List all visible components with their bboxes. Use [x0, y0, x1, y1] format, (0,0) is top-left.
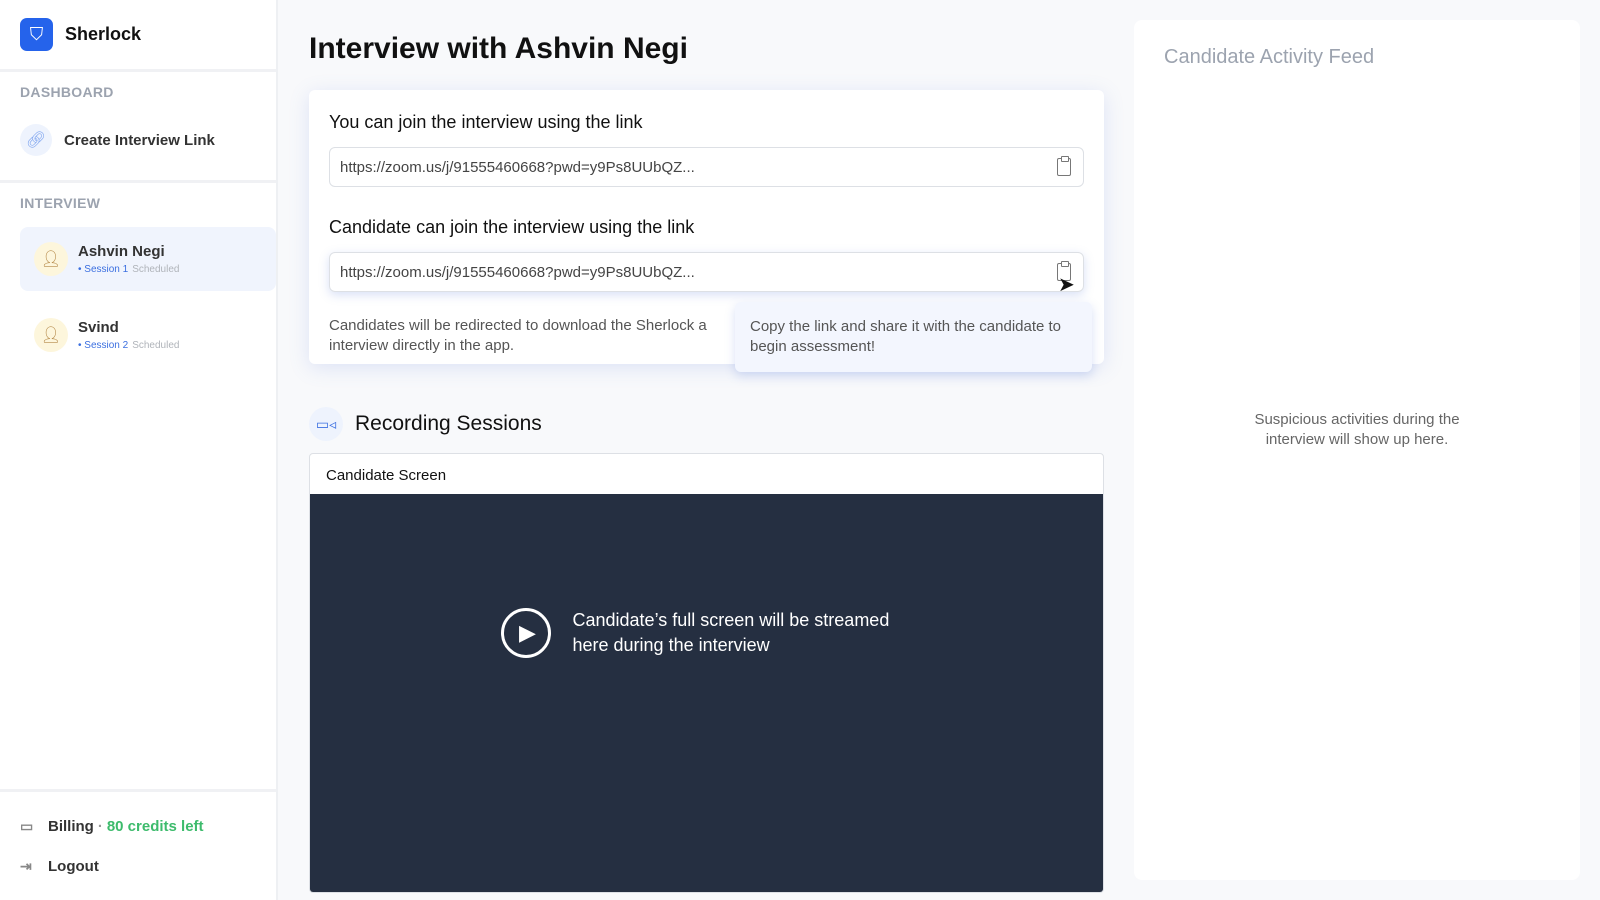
logout-label: Logout: [48, 858, 99, 875]
sidebar: ⛉ Sherlock DASHBOARD 🔗︎ Create Interview…: [0, 0, 278, 900]
dashboard-heading: DASHBOARD: [20, 84, 256, 100]
cursor-icon: ➤: [1058, 272, 1075, 297]
dashboard-section: DASHBOARD 🔗︎ Create Interview Link: [0, 72, 276, 183]
candidate-name: Svind: [78, 319, 179, 336]
billing-label: Billing: [48, 818, 94, 835]
interview-heading: INTERVIEW: [20, 195, 256, 211]
video-player[interactable]: ▶ Candidate’s full screen will be stream…: [310, 494, 1103, 892]
activity-feed-title: Candidate Activity Feed: [1164, 46, 1374, 69]
credit-card-icon: ▭: [20, 818, 38, 835]
candidate-link-field[interactable]: https://zoom.us/j/91555460668?pwd=y9Ps8U…: [329, 252, 1084, 292]
create-interview-link-label: Create Interview Link: [64, 132, 215, 149]
copy-tooltip: Copy the link and share it with the cand…: [735, 302, 1092, 372]
logout-button[interactable]: ⇥ Logout: [20, 846, 256, 886]
billing-link[interactable]: ▭ Billing · 80 credits left: [20, 806, 256, 846]
brand[interactable]: ⛉ Sherlock: [0, 0, 276, 72]
candidate-link-value: https://zoom.us/j/91555460668?pwd=y9Ps8U…: [340, 264, 695, 281]
recording-sessions-header: ▭◃ Recording Sessions: [309, 407, 542, 441]
create-interview-link-button[interactable]: 🔗︎ Create Interview Link: [20, 100, 256, 180]
user-icon: 👤︎: [34, 318, 68, 352]
candidate-screen-tab[interactable]: Candidate Screen: [310, 454, 1103, 494]
play-icon[interactable]: ▶: [501, 608, 551, 658]
redirect-note: Candidates will be redirected to downloa…: [329, 316, 749, 356]
recording-sessions-title: Recording Sessions: [355, 412, 542, 436]
clipboard-icon[interactable]: [1057, 158, 1071, 176]
sidebar-footer: ▭ Billing · 80 credits left ⇥ Logout: [0, 789, 276, 900]
status-label: Scheduled: [132, 340, 179, 351]
interviewer-link-label: You can join the interview using the lin…: [329, 112, 1084, 133]
video-placeholder-text: Candidate’s full screen will be streamed…: [573, 608, 913, 658]
interview-section: INTERVIEW 👤︎ Ashvin Negi • Session 1Sche…: [0, 183, 276, 367]
status-label: Scheduled: [132, 264, 179, 275]
candidate-screen-panel: Candidate Screen ▶ Candidate’s full scre…: [309, 453, 1104, 893]
interviewer-link-field[interactable]: https://zoom.us/j/91555460668?pwd=y9Ps8U…: [329, 147, 1084, 187]
credits-left: 80 credits left: [107, 818, 204, 835]
candidate-link-label: Candidate can join the interview using t…: [329, 217, 1084, 238]
activity-feed-empty: Suspicious activities during the intervi…: [1134, 410, 1580, 450]
activity-feed-panel: Candidate Activity Feed Suspicious activ…: [1134, 20, 1580, 880]
sherlock-logo-icon: ⛉: [20, 18, 53, 51]
session-label: Session 2: [84, 340, 128, 351]
video-camera-icon: ▭◃: [309, 407, 343, 441]
app-name: Sherlock: [65, 24, 141, 45]
user-icon: 👤︎: [34, 242, 68, 276]
link-icon: 🔗︎: [20, 124, 52, 156]
billing-separator: ·: [98, 818, 103, 835]
candidate-item-ashvin-negi[interactable]: 👤︎ Ashvin Negi • Session 1Scheduled: [20, 227, 276, 291]
candidate-item-svind[interactable]: 👤︎ Svind • Session 2Scheduled: [20, 303, 276, 367]
interviewer-link-value: https://zoom.us/j/91555460668?pwd=y9Ps8U…: [340, 159, 695, 176]
page-title: Interview with Ashvin Negi: [309, 32, 688, 66]
candidate-name: Ashvin Negi: [78, 243, 179, 260]
session-label: Session 1: [84, 264, 128, 275]
logout-icon: ⇥: [20, 858, 38, 875]
